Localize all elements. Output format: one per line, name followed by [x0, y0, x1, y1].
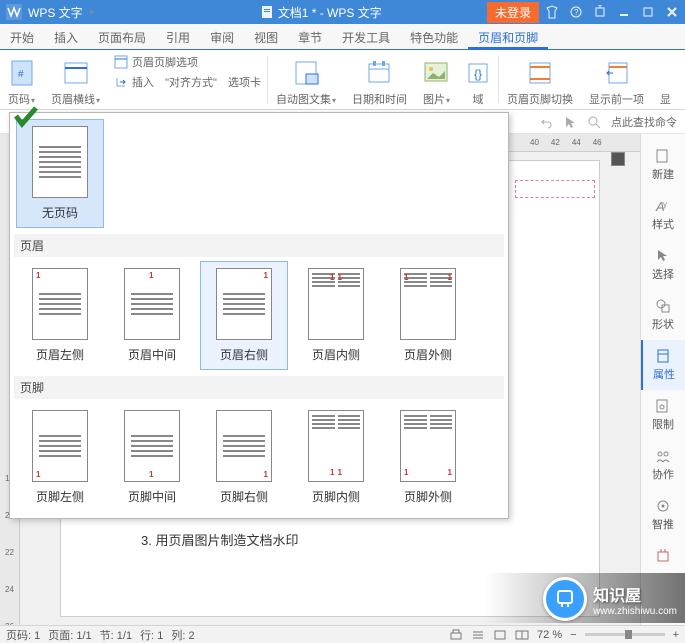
status-section: 节: 1/1: [100, 627, 132, 643]
find-icon[interactable]: [587, 115, 601, 129]
gallery-header-right[interactable]: 1 页眉右侧: [200, 261, 288, 370]
gallery-header-inner[interactable]: 11 页眉内侧: [292, 261, 380, 370]
ribbon-datetime[interactable]: 日期和时间: [344, 50, 415, 109]
help-icon[interactable]: ?: [569, 5, 583, 19]
svg-text:y: y: [663, 200, 667, 209]
svg-text:?: ?: [574, 8, 579, 17]
ribbon-hf-switch[interactable]: 页眉页脚切换: [499, 50, 581, 109]
tab-review[interactable]: 审阅: [200, 24, 244, 49]
gallery-footer-center[interactable]: 1 页脚中间: [108, 403, 196, 512]
ribbon-insert-align-tab[interactable]: 插入 "对齐方式" 选项卡: [114, 74, 261, 90]
zoom-value[interactable]: 72 %: [537, 629, 562, 641]
side-style[interactable]: Ay样式: [641, 190, 685, 240]
app-name: WPS 文字: [28, 4, 83, 21]
gallery-footer-right[interactable]: 1 页脚右侧: [200, 403, 288, 512]
skin-icon[interactable]: [545, 5, 559, 19]
gallery-footer-outer[interactable]: 11 页脚外侧: [384, 403, 472, 512]
gallery-footer-inner[interactable]: 11 页脚内侧: [292, 403, 380, 512]
header-placeholder[interactable]: [515, 180, 595, 198]
status-pagenum: 页码: 1: [6, 627, 40, 643]
view-read-icon[interactable]: [515, 628, 529, 642]
side-shape[interactable]: 形状: [641, 290, 685, 340]
tab-dev[interactable]: 开发工具: [332, 24, 400, 49]
login-button[interactable]: 未登录: [487, 2, 539, 23]
ribbon-field[interactable]: {} 域: [458, 50, 498, 109]
ribbon: # 页码▾ 页眉横线▾ 页眉页脚选项 插入 "对齐方式" 选项卡 自动图文集▾ …: [0, 50, 685, 110]
gallery-header-left[interactable]: 1 页眉左侧: [16, 261, 104, 370]
doc-text-4: 3. 用页眉图片制造文档水印: [141, 527, 519, 556]
find-command-label[interactable]: 点此查找命令: [611, 114, 677, 130]
status-col: 列: 2: [171, 627, 194, 643]
side-new[interactable]: 新建: [641, 140, 685, 190]
pin-icon[interactable]: [593, 5, 607, 19]
close-icon[interactable]: [665, 5, 679, 19]
status-bar: 页码: 1 页面: 1/1 节: 1/1 行: 1 列: 2 72 % − +: [0, 625, 685, 643]
zoom-slider[interactable]: [585, 633, 665, 636]
ribbon-pagenum[interactable]: # 页码▾: [0, 50, 43, 109]
check-icon: [12, 104, 38, 130]
gallery-header-center[interactable]: 1 页眉中间: [108, 261, 196, 370]
status-row: 行: 1: [140, 627, 163, 643]
brand-icon: [543, 577, 587, 621]
ribbon-show-prev[interactable]: 显示前一项: [581, 50, 652, 109]
doc-title: 文档1 * - WPS 文字: [278, 4, 382, 21]
side-select[interactable]: 选择: [641, 240, 685, 290]
side-more[interactable]: [641, 540, 685, 574]
side-collab[interactable]: 协作: [641, 440, 685, 490]
app-menu-dropdown[interactable]: ▾: [90, 8, 94, 17]
title-bar: WPS 文字 ▾ 文档1 * - WPS 文字 未登录 ?: [0, 0, 685, 24]
brand-url: www.zhishiwu.com: [593, 606, 677, 617]
app-icon: [6, 4, 22, 20]
select-icon[interactable]: [563, 115, 577, 129]
tab-section[interactable]: 章节: [288, 24, 332, 49]
gallery-section-header: 页眉: [14, 234, 504, 257]
gallery-header-outer[interactable]: 11 页眉外侧: [384, 261, 472, 370]
tab-view[interactable]: 视图: [244, 24, 288, 49]
side-restrict[interactable]: 限制: [641, 390, 685, 440]
ribbon-picture[interactable]: 图片▾: [415, 50, 458, 109]
ribbon-autotext[interactable]: 自动图文集▾: [268, 50, 344, 109]
brand-name: 知识屋: [593, 588, 641, 605]
doc-icon: [260, 5, 274, 19]
gallery-section-footer: 页脚: [14, 376, 504, 399]
tab-headerfooter[interactable]: 页眉和页脚: [468, 24, 548, 49]
tab-insert[interactable]: 插入: [44, 24, 88, 49]
undo-icon[interactable]: [539, 115, 553, 129]
svg-text:{}: {}: [474, 67, 482, 81]
tab-start[interactable]: 开始: [0, 24, 44, 49]
view-web-icon[interactable]: [493, 628, 507, 642]
ribbon-tabs: 开始 插入 页面布局 引用 审阅 视图 章节 开发工具 特色功能 页眉和页脚: [0, 24, 685, 50]
ribbon-headerline[interactable]: 页眉横线▾: [43, 50, 108, 109]
side-ai[interactable]: 智推: [641, 490, 685, 540]
zoom-out[interactable]: −: [570, 629, 576, 641]
pagenum-gallery: 无页码 页眉 1 页眉左侧 1 页眉中间 1 页眉右侧 11 页眉内侧 11 页…: [9, 112, 509, 519]
brand-watermark: 知识屋www.zhishiwu.com: [543, 577, 677, 621]
zoom-in[interactable]: +: [673, 629, 679, 641]
status-pages: 页面: 1/1: [48, 627, 91, 643]
gallery-no-pagenum[interactable]: 无页码: [16, 119, 104, 228]
gallery-footer-left[interactable]: 1 页脚左侧: [16, 403, 104, 512]
minimize-icon[interactable]: [617, 5, 631, 19]
svg-text:#: #: [18, 69, 24, 80]
tab-pagelayout[interactable]: 页面布局: [88, 24, 156, 49]
side-property[interactable]: 属性: [641, 340, 685, 390]
maximize-icon[interactable]: [641, 5, 655, 19]
window-controls: ?: [545, 5, 679, 19]
side-panel: 新建 Ay样式 选择 形状 属性 限制 协作 智推: [640, 134, 685, 625]
ribbon-hf-options[interactable]: 页眉页脚选项: [114, 54, 261, 70]
tab-special[interactable]: 特色功能: [400, 24, 468, 49]
view-print-icon[interactable]: [449, 628, 463, 642]
tab-reference[interactable]: 引用: [156, 24, 200, 49]
view-outline-icon[interactable]: [471, 628, 485, 642]
corner-mark-icon: [611, 152, 625, 166]
ribbon-show-next-truncated[interactable]: 显: [652, 50, 673, 109]
